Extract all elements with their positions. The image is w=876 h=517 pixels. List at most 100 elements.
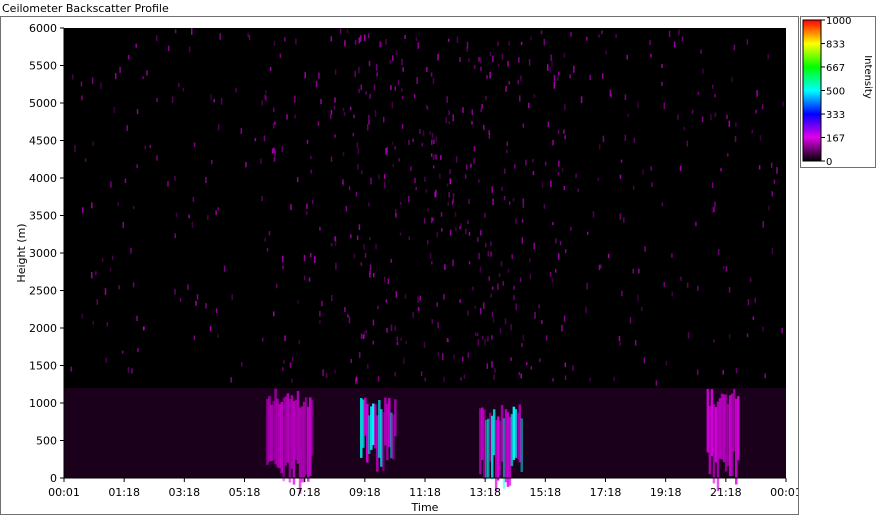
speckle <box>432 165 435 169</box>
speckle <box>142 76 144 80</box>
speckle <box>671 253 673 258</box>
speckle <box>510 357 512 361</box>
speckle <box>572 365 574 371</box>
speckle <box>489 71 491 79</box>
speckle <box>417 42 420 49</box>
speckle <box>554 269 557 273</box>
speckle <box>506 141 508 146</box>
speckle <box>547 121 550 128</box>
colorbar-tick-label: 0 <box>826 157 832 167</box>
speckle <box>621 290 623 297</box>
speckle <box>131 368 133 374</box>
speckle <box>81 95 83 101</box>
speckle <box>479 266 482 273</box>
speckle <box>311 199 314 204</box>
speckle <box>430 72 433 77</box>
speckle <box>459 57 461 63</box>
speckle <box>106 322 109 327</box>
speckle <box>442 353 444 361</box>
speckle <box>383 181 386 189</box>
speckle <box>263 135 266 142</box>
speckle <box>532 159 534 163</box>
speckle <box>322 369 324 376</box>
speckle <box>436 232 439 238</box>
speckle <box>573 65 575 73</box>
colorbar-gradient <box>802 19 822 162</box>
cloud-column <box>737 396 740 461</box>
speckle <box>533 94 536 98</box>
speckle <box>555 238 557 244</box>
speckle <box>412 138 414 143</box>
speckle <box>540 30 543 35</box>
speckle <box>448 110 450 115</box>
speckle <box>569 74 571 79</box>
speckle <box>70 366 72 372</box>
speckle <box>725 266 728 272</box>
speckle <box>633 137 636 143</box>
speckle <box>122 221 125 228</box>
speckle <box>321 300 323 307</box>
speckle <box>601 30 603 35</box>
speckle <box>478 179 480 183</box>
speckle <box>372 340 375 345</box>
speckle <box>395 291 398 298</box>
speckle <box>492 55 494 63</box>
speckle <box>735 122 737 128</box>
speckle <box>762 221 764 228</box>
speckle <box>354 70 356 78</box>
speckle <box>504 168 506 174</box>
speckle <box>564 135 566 139</box>
speckle <box>632 185 635 190</box>
speckle <box>491 311 494 318</box>
speckle <box>426 104 428 109</box>
colorbar: 1000 833 667 500 333 167 0 Intensity <box>802 17 873 167</box>
speckle <box>334 69 337 75</box>
speckle <box>96 299 98 305</box>
speckle <box>319 311 321 317</box>
speckle <box>618 336 621 342</box>
colorbar-panel: 1000 833 667 500 333 167 0 Intensity <box>800 16 876 168</box>
speckle <box>471 121 473 125</box>
speckle <box>456 36 459 44</box>
speckle <box>179 297 182 302</box>
speckle <box>136 315 138 321</box>
speckle <box>613 376 616 381</box>
speckle <box>452 114 455 122</box>
speckle <box>711 206 714 214</box>
speckle <box>398 158 400 162</box>
speckle <box>497 63 500 68</box>
x-tick-label: 01:18 <box>108 486 140 499</box>
speckle <box>586 282 588 290</box>
speckle <box>700 49 702 54</box>
speckle <box>483 302 485 310</box>
speckle <box>446 183 449 187</box>
speckle <box>369 94 371 99</box>
speckle <box>762 326 764 332</box>
speckle <box>404 34 406 40</box>
speckle <box>105 357 107 363</box>
y-tick-label: 3500 <box>29 210 57 223</box>
speckle <box>284 37 286 42</box>
speckle <box>394 146 396 150</box>
speckle <box>649 40 651 45</box>
speckle <box>538 304 540 309</box>
speckle <box>424 377 427 382</box>
speckle <box>508 41 510 46</box>
speckle <box>494 368 496 373</box>
speckle <box>215 308 218 313</box>
speckle <box>101 258 104 262</box>
speckle <box>353 114 355 119</box>
speckle <box>497 283 499 290</box>
speckle <box>673 41 676 48</box>
speckle <box>210 94 212 101</box>
speckle <box>294 95 296 103</box>
speckle <box>770 162 773 168</box>
speckle <box>513 164 516 169</box>
speckle <box>247 32 249 38</box>
speckle <box>506 149 508 154</box>
speckle <box>589 74 591 81</box>
speckle <box>726 114 728 120</box>
speckle <box>443 294 445 300</box>
speckle <box>449 178 452 184</box>
speckle <box>344 40 346 47</box>
